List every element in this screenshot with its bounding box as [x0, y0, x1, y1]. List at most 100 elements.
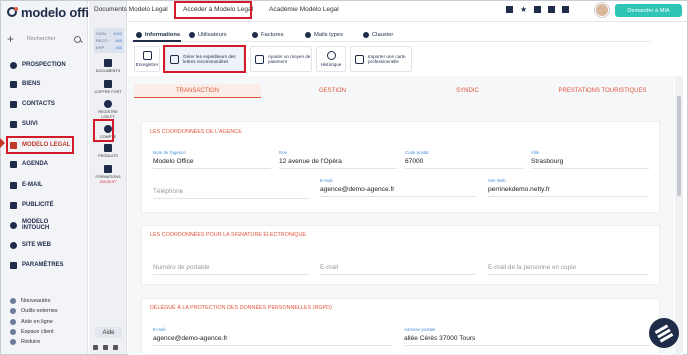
mobile-field[interactable]: Numéro de portable: [153, 264, 309, 275]
nav-item-parametres[interactable]: PARAMÈTRES: [10, 258, 72, 272]
chat-icon[interactable]: [548, 6, 556, 13]
field-value[interactable]: Strasbourg: [531, 158, 649, 169]
image-icon[interactable]: [103, 345, 108, 350]
bottom-item-espace-client[interactable]: Espace client: [10, 327, 54, 336]
history-button[interactable]: Historique: [316, 46, 346, 72]
stat-key: ERP: [96, 45, 105, 50]
aide-button[interactable]: Aide: [95, 327, 122, 338]
megaphone-icon: [10, 297, 16, 304]
nav-item-biens[interactable]: BIENS: [10, 77, 72, 91]
collapse-icon: [10, 338, 16, 345]
avatar[interactable]: [595, 3, 609, 17]
users-icon: [189, 32, 195, 38]
nav-item-label: BIENS: [22, 81, 41, 87]
highlight-box: [163, 45, 246, 73]
stat-key: RECO: [96, 38, 108, 43]
side-button-formations[interactable]: FORMATIONS 205.95 HT: [90, 165, 126, 184]
field-placeholder[interactable]: E-mail: [320, 264, 476, 275]
search-icon[interactable]: [74, 35, 81, 43]
phone-icon: [10, 221, 17, 229]
side-button-label: PRODUITS: [98, 154, 118, 158]
camera-icon[interactable]: [93, 345, 98, 350]
scrollbar-thumb[interactable]: [677, 96, 681, 196]
signature-email-field[interactable]: E-mail: [320, 264, 476, 275]
bottom-item-nouveautes[interactable]: Nouveautés: [10, 296, 50, 305]
zip-field[interactable]: Code postal 67000: [405, 150, 523, 169]
bottom-item-aide-en-ligne[interactable]: Aide en ligne: [10, 317, 53, 326]
website-field[interactable]: Site Web perrinekdemo.netty.fr: [488, 178, 648, 197]
tab-transaction[interactable]: TRANSACTION: [134, 84, 261, 98]
highlight-box: [174, 1, 252, 19]
card-title: LES COORDONNÉES POUR LA SIGNATURE ÉLECTR…: [150, 232, 306, 238]
expand-icon[interactable]: [113, 345, 118, 350]
field-value[interactable]: agence@demo-agence.fr: [153, 335, 393, 346]
side-button-coffre-fort[interactable]: COFFRE FORT: [90, 80, 126, 95]
field-placeholder[interactable]: E-mail de la personne en copie: [488, 264, 648, 275]
plus-icon[interactable]: +: [7, 32, 17, 46]
field-value[interactable]: allée Cérès 37000 Tours: [404, 335, 650, 346]
nav-item-contacts[interactable]: CONTACTS: [10, 97, 72, 111]
bottom-item-reduire[interactable]: Réduire: [10, 337, 40, 346]
side-button-produits[interactable]: PRODUITS: [90, 144, 126, 159]
chat-bot-button[interactable]: [649, 318, 679, 348]
nav-item-email[interactable]: E-MAIL: [10, 178, 72, 192]
action-label: Historique: [320, 61, 342, 67]
nav-item-label: AGENDA: [22, 161, 49, 167]
subtab-mails-types[interactable]: Mails types: [305, 32, 343, 38]
tab-gestion[interactable]: GESTION: [269, 84, 396, 98]
city-field[interactable]: Ville Strasbourg: [531, 150, 649, 169]
tools-icon: [10, 307, 16, 314]
calendar-icon: [10, 160, 17, 168]
nav-item-agenda[interactable]: AGENDA: [10, 157, 72, 171]
subtab-clausier[interactable]: Clausier: [363, 32, 393, 38]
apps-icon[interactable]: [562, 6, 570, 13]
field-value[interactable]: 12 avenue de l'Opéra: [279, 158, 397, 169]
card-title: LES COORDONNÉES DE L'AGENCE: [150, 129, 242, 135]
rgpd-email-field[interactable]: E-mail agence@demo-agence.fr: [153, 327, 393, 346]
side-button-documents[interactable]: DOCUMENTS: [90, 59, 126, 74]
nav-item-prospection[interactable]: PROSPECTION: [10, 58, 72, 72]
save-button[interactable]: Enregistrer: [134, 46, 160, 72]
nav-item-site-web[interactable]: SITE WEB: [10, 238, 72, 252]
copy-email-field[interactable]: E-mail de la personne en copie: [488, 264, 648, 275]
ask-mia-button[interactable]: Demander à MIA: [615, 4, 682, 17]
side-button-registre[interactable]: REGISTRE LCB-FT: [90, 100, 126, 119]
street-field[interactable]: Rue 12 avenue de l'Opéra: [279, 150, 397, 169]
add-payment-button[interactable]: Ajouter un moyen de paiement: [250, 46, 312, 72]
subtab-utilisateurs[interactable]: Utilisateurs: [189, 32, 227, 38]
agency-email-field[interactable]: E-mail agence@demo-agence.fr: [320, 178, 476, 197]
tab-prestations-touristiques[interactable]: PRESTATIONS TOURISTIQUES: [539, 84, 666, 98]
bell-icon[interactable]: [534, 6, 542, 13]
field-label: Site Web: [488, 178, 506, 183]
nav-item-modelo-intouch[interactable]: MODELO INTOUCH: [10, 218, 72, 232]
field-value[interactable]: 67000: [405, 158, 523, 169]
subtab-informations[interactable]: Informations: [136, 32, 180, 38]
phone-field[interactable]: Téléphone: [153, 188, 309, 199]
field-value[interactable]: agence@demo-agence.fr: [320, 186, 476, 197]
search-row: + Rechercher: [7, 32, 81, 46]
import-card-button[interactable]: Importer une carte professionnelle: [350, 46, 412, 72]
rgpd-address-field[interactable]: Adresse postale allée Cérès 37000 Tours: [404, 327, 650, 346]
search-icon: [10, 61, 17, 69]
nav-item-suivi[interactable]: SUIVI: [10, 117, 72, 131]
action-label: Enregistrer: [135, 61, 159, 67]
subtab-factures[interactable]: Factures: [252, 32, 284, 38]
bottom-item-outils-externes[interactable]: Outils externes: [10, 306, 58, 315]
nav-item-publicite[interactable]: PUBLICITÉ: [10, 198, 72, 212]
top-tab-documents[interactable]: Documents Modelo Legal: [94, 6, 168, 13]
mail-icon: [305, 32, 311, 38]
field-placeholder[interactable]: Numéro de portable: [153, 264, 309, 275]
credit-stats: SIGN 1000 RECO 469 ERP 150: [94, 28, 124, 53]
field-placeholder[interactable]: Téléphone: [153, 188, 309, 199]
register-icon: [104, 100, 112, 108]
top-tab-academie[interactable]: Académie Modelo Legal: [269, 6, 339, 13]
bottom-item-label: Espace client: [21, 328, 54, 335]
star-icon[interactable]: ★: [520, 6, 527, 14]
field-value[interactable]: Modelo Office: [153, 158, 271, 169]
search-input[interactable]: Rechercher: [27, 36, 74, 42]
agency-name-field[interactable]: Nom de l'agence Modelo Office: [153, 150, 271, 169]
tab-syndic[interactable]: SYNDIC: [404, 84, 531, 98]
field-value[interactable]: perrinekdemo.netty.fr: [488, 186, 648, 197]
database-icon[interactable]: [506, 6, 513, 13]
active-indicator: [0, 138, 5, 148]
